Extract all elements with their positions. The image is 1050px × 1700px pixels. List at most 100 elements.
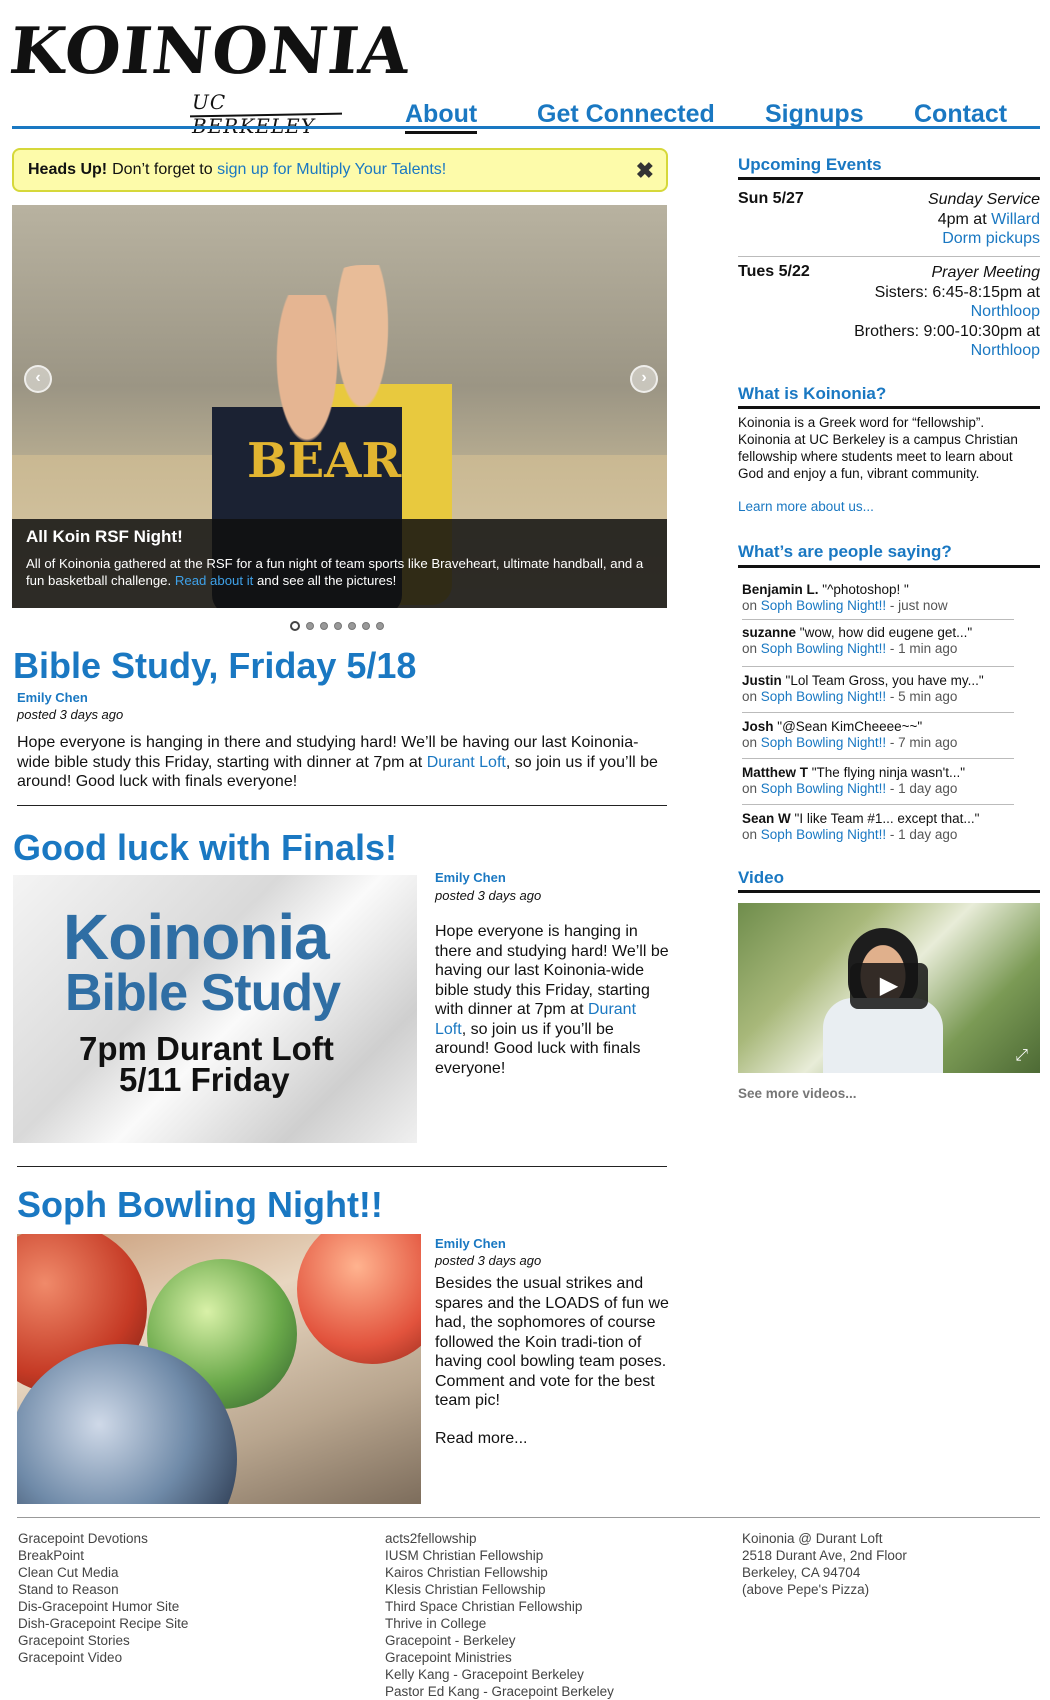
comment-post-link[interactable]: Soph Bowling Night!! [761, 735, 886, 750]
comment-item: Benjamin L. "^photoshop! " on Soph Bowli… [742, 582, 1014, 614]
header-divider [12, 126, 1040, 129]
slide-dot[interactable] [362, 622, 370, 630]
comment-post-link[interactable]: Soph Bowling Night!! [761, 641, 886, 656]
nav-contact[interactable]: Contact [914, 100, 1007, 129]
post-author[interactable]: Emily Chen [435, 870, 506, 885]
footer-link[interactable]: Gracepoint Video [18, 1649, 188, 1666]
comment-divider [742, 712, 1014, 713]
comment-on: on [742, 689, 758, 704]
comment-item: Sean W "I like Team #1... except that...… [742, 811, 1014, 843]
comment-item: Justin "Lol Team Gross, you have my..." … [742, 673, 1014, 705]
slide-dot[interactable] [320, 622, 328, 630]
post-author[interactable]: Emily Chen [435, 1236, 506, 1251]
comment-post-link[interactable]: Soph Bowling Night!! [761, 598, 886, 613]
comment-on: on [742, 735, 758, 750]
event-location-link[interactable]: Willard [991, 211, 1040, 228]
slide-dot[interactable] [290, 621, 300, 631]
alert-signup-link[interactable]: sign up for Multiply Your Talents! [217, 161, 446, 179]
slide-dot[interactable] [306, 622, 314, 630]
video-player[interactable]: ▶ ⤢ [738, 903, 1040, 1073]
event-location-link[interactable]: Northloop [971, 303, 1040, 320]
footer-link[interactable]: IUSM Christian Fellowship [385, 1547, 614, 1564]
footer-link[interactable]: Thrive in College [385, 1615, 614, 1632]
slide-caption: All Koin RSF Night! All of Koinonia gath… [12, 519, 667, 608]
nav-get-connected[interactable]: Get Connected [537, 100, 715, 129]
post-body: Hope everyone is hanging in there and st… [17, 733, 667, 792]
slide-dot[interactable] [334, 622, 342, 630]
footer-link[interactable]: Third Space Christian Fellowship [385, 1598, 614, 1615]
footer-address-line: (above Pepe's Pizza) [742, 1582, 870, 1597]
flyer-subtitle: Bible Study [65, 964, 341, 1022]
section-divider [738, 565, 1040, 568]
post-author[interactable]: Emily Chen [17, 690, 88, 705]
comment-time: - 5 min ago [889, 689, 958, 704]
footer-link[interactable]: Klesis Christian Fellowship [385, 1581, 614, 1598]
slide-read-link[interactable]: Read about it [175, 573, 253, 588]
comment-post-link[interactable]: Soph Bowling Night!! [761, 827, 886, 842]
comment-item: Matthew T "The flying ninja wasn't..." o… [742, 765, 1014, 797]
event-pickup: Dorm pickups [780, 229, 1040, 249]
section-divider [738, 406, 1040, 409]
footer-address-line: Berkeley, CA 94704 [742, 1565, 861, 1580]
slide-dot[interactable] [376, 622, 384, 630]
footer-link[interactable]: Dish-Gracepoint Recipe Site [18, 1615, 188, 1632]
comment-text: "@Sean KimCheeee~~" [777, 719, 923, 734]
post-date: posted 3 days ago [435, 1253, 542, 1268]
chevron-right-icon[interactable]: › [630, 365, 658, 393]
learn-more-link[interactable]: Learn more about us... [738, 499, 874, 514]
footer-links-col2: acts2fellowship IUSM Christian Fellowshi… [385, 1530, 614, 1700]
event-title: Sunday Service [927, 191, 1040, 208]
footer-link[interactable]: Gracepoint Stories [18, 1632, 188, 1649]
footer-link[interactable]: Stand to Reason [18, 1581, 188, 1598]
nav-signups[interactable]: Signups [765, 100, 864, 129]
footer-link[interactable]: Kelly Kang - Gracepoint Berkeley [385, 1666, 614, 1683]
event-pickup-link[interactable]: Dorm pickups [942, 230, 1040, 247]
alert-banner: Heads Up! Don’t forget to sign up for Mu… [12, 148, 668, 192]
post-title[interactable]: Good luck with Finals! [13, 827, 397, 869]
featured-slideshow[interactable]: BEAR ‹ › All Koin RSF Night! All of Koin… [12, 205, 667, 608]
footer-link[interactable]: Gracepoint Ministries [385, 1649, 614, 1666]
comments-heading: What’s are people saying? [738, 542, 952, 561]
bowling-balls-image[interactable] [17, 1234, 421, 1504]
post-title[interactable]: Bible Study, Friday 5/18 [13, 645, 416, 687]
about-heading: What is Koinonia? [738, 384, 887, 403]
see-more-videos-link[interactable]: See more videos... [738, 1086, 857, 1101]
post-title[interactable]: Soph Bowling Night!! [17, 1184, 383, 1226]
alert-strong: Heads Up! [28, 161, 108, 178]
site-logo[interactable]: KOINONIA UC BERKELEY [6, 14, 414, 138]
post-divider [17, 805, 667, 806]
comment-post-link[interactable]: Soph Bowling Night!! [761, 781, 886, 796]
footer-link[interactable]: Kairos Christian Fellowship [385, 1564, 614, 1581]
video-thumb-shirt [823, 998, 943, 1073]
footer-links-col1: Gracepoint Devotions BreakPoint Clean Cu… [18, 1530, 188, 1666]
footer-link[interactable]: Gracepoint - Berkeley [385, 1632, 614, 1649]
footer-address-line: 2518 Durant Ave, 2nd Floor [742, 1548, 907, 1563]
comment-item: suzanne "wow, how did eugene get..." on … [742, 625, 1014, 657]
footer-link[interactable]: Clean Cut Media [18, 1564, 188, 1581]
fullscreen-icon[interactable]: ⤢ [1015, 1047, 1028, 1065]
comment-on: on [742, 641, 758, 656]
slide-pagination [290, 621, 384, 631]
footer-link[interactable]: Dis-Gracepoint Humor Site [18, 1598, 188, 1615]
slide-shirt-text: BEAR [247, 433, 402, 489]
bowling-ball-orange [297, 1234, 421, 1364]
slide-dot[interactable] [348, 622, 356, 630]
slide-caption-tail: and see all the pictures! [256, 573, 397, 588]
comment-text: "^photoshop! " [822, 582, 909, 597]
footer-link[interactable]: Pastor Ed Kang - Gracepoint Berkeley [385, 1683, 614, 1700]
post-location-link[interactable]: Durant Loft [427, 754, 506, 771]
footer-link[interactable]: Gracepoint Devotions [18, 1530, 188, 1547]
footer-address: Koinonia @ Durant Loft 2518 Durant Ave, … [742, 1530, 907, 1598]
read-more-link[interactable]: Read more... [435, 1429, 527, 1449]
chevron-left-icon[interactable]: ‹ [24, 365, 52, 393]
close-icon[interactable]: ✖ [636, 158, 654, 184]
play-icon[interactable]: ▶ [850, 963, 928, 1009]
comment-post-link[interactable]: Soph Bowling Night!! [761, 689, 886, 704]
footer-link[interactable]: BreakPoint [18, 1547, 188, 1564]
comment-text: "The flying ninja wasn't..." [811, 765, 965, 780]
footer-link[interactable]: acts2fellowship [385, 1530, 614, 1547]
comment-author: Justin [742, 673, 782, 688]
event-location-link[interactable]: Northloop [971, 342, 1040, 359]
alert-text: Don’t forget to [112, 161, 213, 178]
bible-study-flyer-image[interactable]: Koinonia Bible Study 7pm Durant Loft 5/1… [13, 875, 417, 1143]
